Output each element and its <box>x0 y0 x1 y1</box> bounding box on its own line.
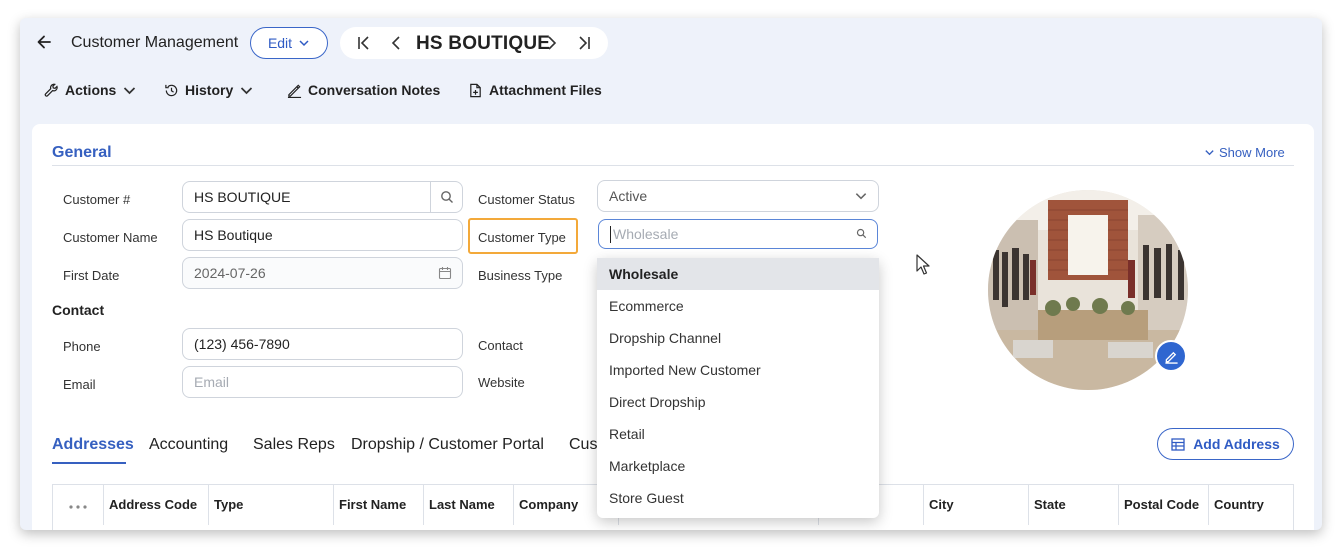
customer-no-field[interactable]: HS BOUTIQUE <box>182 181 463 213</box>
column-header-type[interactable]: Type <box>209 485 334 525</box>
customer-status-value: Active <box>609 188 648 204</box>
column-header-city[interactable]: City <box>924 485 1029 525</box>
chevron-down-icon <box>299 40 309 47</box>
chevron-down-icon <box>1205 150 1214 156</box>
row-menu-icon[interactable] <box>53 485 104 525</box>
calendar-icon[interactable] <box>438 266 452 280</box>
toolbar: Actions History Conversation Notes Attac… <box>20 74 1322 108</box>
first-record-icon[interactable] <box>356 35 372 51</box>
app-window: Customer Management Edit HS BOUTIQUE Act… <box>20 18 1322 530</box>
option-marketplace[interactable]: Marketplace <box>597 450 879 482</box>
pencil-icon <box>287 83 302 98</box>
attachment-files-button[interactable]: Attachment Files <box>468 82 602 98</box>
phone-value: (123) 456-7890 <box>194 336 290 352</box>
customer-no-value: HS BOUTIQUE <box>194 189 291 205</box>
history-menu[interactable]: History <box>164 82 254 98</box>
column-header-last-name[interactable]: Last Name <box>424 485 514 525</box>
search-icon <box>440 191 453 203</box>
contact-label: Contact <box>478 338 523 353</box>
option-imported-new-customer[interactable]: Imported New Customer <box>597 354 879 386</box>
column-header-address-code[interactable]: Address Code <box>104 485 209 525</box>
show-more-link[interactable]: Show More <box>1204 145 1285 160</box>
section-divider <box>52 165 1294 166</box>
website-label: Website <box>478 375 525 390</box>
customer-name-field[interactable]: HS Boutique <box>182 219 463 251</box>
option-retail[interactable]: Retail <box>597 418 879 450</box>
chevron-down-icon <box>241 86 253 94</box>
add-address-label: Add Address <box>1193 436 1280 452</box>
back-arrow-icon[interactable] <box>34 32 54 52</box>
customer-type-dropdown: Wholesale Ecommerce Dropship Channel Imp… <box>597 258 879 518</box>
wrench-icon <box>44 83 58 97</box>
chevron-down-icon <box>855 193 867 200</box>
customer-status-label: Customer Status <box>478 192 575 207</box>
tab-sales-reps[interactable]: Sales Reps <box>253 436 335 454</box>
column-header-postal-code[interactable]: Postal Code <box>1119 485 1209 525</box>
next-record-icon[interactable] <box>544 35 560 51</box>
email-label: Email <box>63 377 96 392</box>
record-name: HS BOUTIQUE <box>416 33 551 54</box>
email-field[interactable]: Email <box>182 366 463 398</box>
edit-button-label: Edit <box>267 35 293 51</box>
conversation-notes-button[interactable]: Conversation Notes <box>287 82 440 98</box>
customer-type-placeholder: Wholesale <box>613 226 679 242</box>
last-record-icon[interactable] <box>576 35 592 51</box>
edit-photo-button[interactable] <box>1155 340 1187 372</box>
mouse-pointer-icon <box>916 254 930 275</box>
customer-status-select[interactable]: Active <box>597 180 879 212</box>
option-dropship-channel[interactable]: Dropship Channel <box>597 322 879 354</box>
text-caret <box>610 226 611 243</box>
column-header-country[interactable]: Country <box>1209 485 1295 525</box>
active-tab-indicator <box>52 462 126 464</box>
column-header-state[interactable]: State <box>1029 485 1119 525</box>
add-address-button[interactable]: Add Address <box>1157 428 1294 460</box>
phone-label: Phone <box>63 339 101 354</box>
section-title-general: General <box>52 144 112 161</box>
pencil-icon <box>1164 351 1178 364</box>
phone-field[interactable]: (123) 456-7890 <box>182 328 463 360</box>
history-label: History <box>185 82 234 98</box>
option-wholesale[interactable]: Wholesale <box>597 258 879 290</box>
business-type-label: Business Type <box>478 268 563 283</box>
top-bar: Customer Management Edit HS BOUTIQUE <box>20 18 1322 68</box>
conversation-notes-label: Conversation Notes <box>308 82 441 98</box>
option-direct-dropship[interactable]: Direct Dropship <box>597 386 879 418</box>
table-icon <box>1171 437 1185 451</box>
email-placeholder: Email <box>194 374 230 390</box>
search-icon <box>856 228 867 239</box>
edit-button[interactable]: Edit <box>250 27 328 59</box>
general-card: General Show More Customer # HS BOUTIQUE… <box>32 124 1314 530</box>
record-navigator: HS BOUTIQUE <box>340 27 608 59</box>
attachment-files-label: Attachment Files <box>489 82 602 98</box>
first-date-value: 2024-07-26 <box>194 265 266 281</box>
customer-no-label: Customer # <box>63 192 131 207</box>
actions-label: Actions <box>65 82 117 98</box>
search-button[interactable] <box>430 182 462 212</box>
section-title-contact: Contact <box>52 302 105 318</box>
customer-type-search-input[interactable]: Wholesale <box>598 219 878 249</box>
tab-addresses[interactable]: Addresses <box>52 436 134 454</box>
actions-menu[interactable]: Actions <box>44 82 137 98</box>
customer-name-label: Customer Name <box>63 230 158 245</box>
chevron-down-icon <box>124 86 136 94</box>
first-date-label: First Date <box>63 268 120 283</box>
previous-record-icon[interactable] <box>388 35 404 51</box>
show-more-label: Show More <box>1219 145 1285 160</box>
tab-accounting[interactable]: Accounting <box>149 436 228 454</box>
file-add-icon <box>470 83 481 97</box>
option-store-guest[interactable]: Store Guest <box>597 482 879 514</box>
customer-name-value: HS Boutique <box>194 227 273 243</box>
option-ecommerce[interactable]: Ecommerce <box>597 290 879 322</box>
customer-type-label: Customer Type <box>478 230 566 245</box>
page-title: Customer Management <box>71 34 239 51</box>
history-icon <box>165 84 178 96</box>
column-header-first-name[interactable]: First Name <box>334 485 424 525</box>
first-date-field[interactable]: 2024-07-26 <box>182 257 463 289</box>
tab-dropship-customer-portal[interactable]: Dropship / Customer Portal <box>351 436 544 454</box>
